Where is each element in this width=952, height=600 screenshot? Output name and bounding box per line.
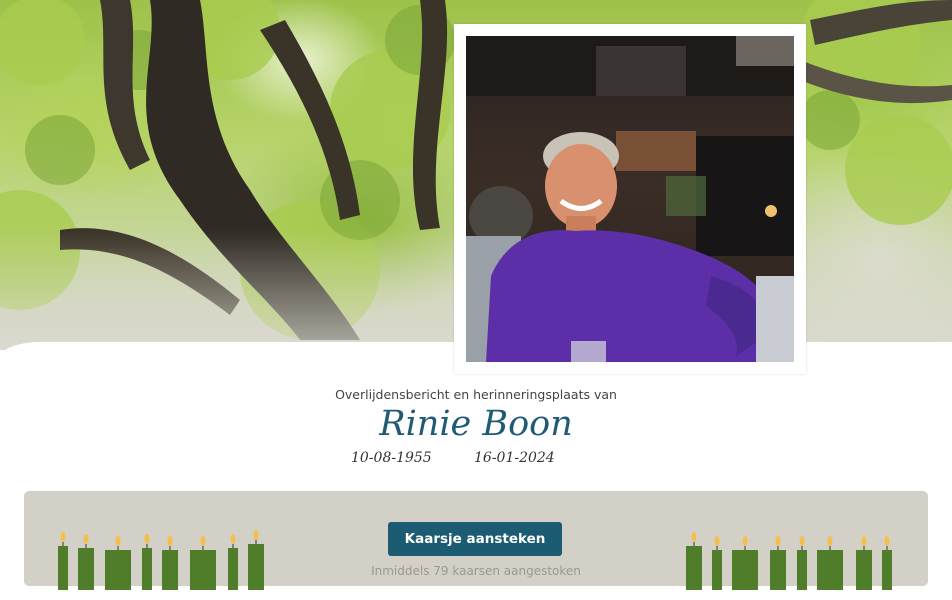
candle-flame-icon: [714, 536, 720, 546]
candle-icon: [190, 536, 216, 590]
candle-flame-icon: [60, 532, 66, 542]
candle-icon: [248, 530, 264, 590]
candle-flame-icon: [861, 536, 867, 546]
portrait-illustration: [466, 36, 794, 362]
obituary-subtitle: Overlijdensbericht en herinneringsplaats…: [335, 387, 617, 402]
light-candle-button[interactable]: Kaarsje aansteken: [388, 522, 562, 556]
candles-left: [58, 530, 264, 590]
candle-row-left: [58, 530, 264, 590]
candle-flame-icon: [83, 534, 89, 544]
candle-icon: [162, 536, 178, 590]
candle-icon: [770, 536, 786, 590]
candle-flame-icon: [691, 532, 697, 542]
candle-flame-icon: [167, 536, 173, 546]
candle-count-text: Inmiddels 79 kaarsen aangestoken: [371, 564, 581, 578]
candle-flame-icon: [827, 536, 833, 546]
candle-flame-icon: [775, 536, 781, 546]
candle-row-right: [686, 532, 892, 590]
candle-icon: [732, 536, 758, 590]
candle-flame-icon: [200, 536, 206, 546]
deceased-name: Rinie Boon: [379, 404, 573, 444]
candle-flame-icon: [115, 536, 121, 546]
candle-icon: [712, 536, 722, 590]
candle-flame-icon: [230, 534, 236, 544]
birth-date: 10-08-1955: [351, 450, 432, 466]
candle-icon: [78, 534, 94, 590]
candle-icon: [882, 536, 892, 590]
candles-right: [686, 532, 892, 590]
candle-flame-icon: [742, 536, 748, 546]
candle-flame-icon: [884, 536, 890, 546]
candle-flame-icon: [144, 534, 150, 544]
candle-flame-icon: [253, 530, 259, 540]
candle-icon: [817, 536, 843, 590]
candle-icon: [228, 534, 238, 590]
death-date: 16-01-2024: [474, 450, 555, 466]
candle-icon: [686, 532, 702, 590]
candle-icon: [142, 534, 152, 590]
candle-icon: [797, 536, 807, 590]
candle-icon: [58, 532, 68, 590]
candle-icon: [105, 536, 131, 590]
candle-flame-icon: [799, 536, 805, 546]
candle-icon: [856, 536, 872, 590]
portrait-frame: [454, 24, 806, 374]
portrait-photo: [466, 36, 794, 362]
